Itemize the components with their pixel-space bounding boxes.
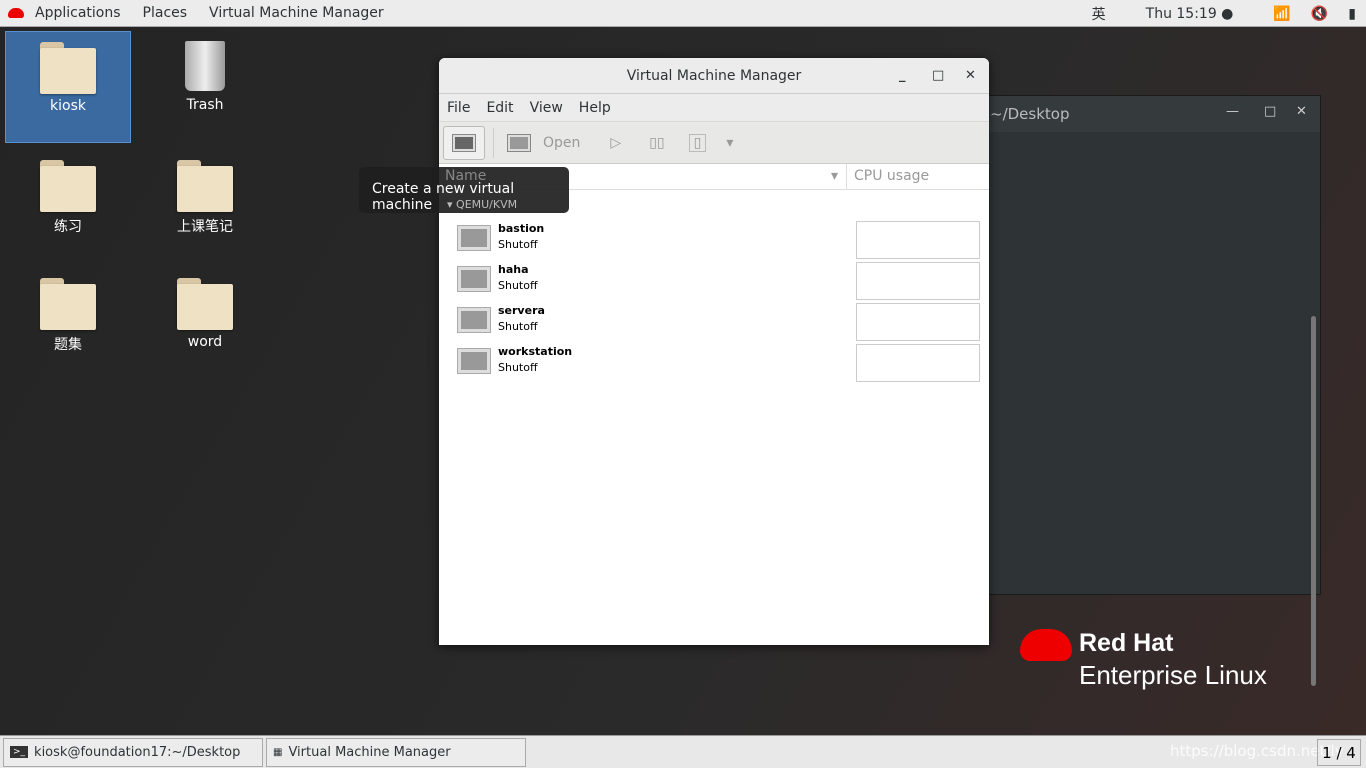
- desktop-icon-trash[interactable]: Trash: [142, 31, 268, 143]
- desktop-icon-folder[interactable]: 练习: [5, 150, 131, 262]
- group-label: QEMU/KVM: [456, 198, 518, 211]
- window-title: Virtual Machine Manager: [626, 67, 802, 84]
- desktop-icon-kiosk[interactable]: kiosk: [5, 31, 131, 143]
- maximize-button[interactable]: □: [1264, 104, 1276, 119]
- shutdown-dropdown[interactable]: ▾: [726, 135, 733, 151]
- pause-button[interactable]: ▯▯: [649, 135, 664, 151]
- folder-icon: [177, 278, 233, 330]
- taskbar-label: Virtual Machine Manager: [288, 744, 451, 760]
- monitor-icon: [507, 133, 531, 152]
- maximize-button[interactable]: □: [932, 68, 944, 83]
- clock[interactable]: Thu 15:19 ●: [1116, 6, 1264, 22]
- vmm-titlebar: Virtual Machine Manager _ □ ✕: [439, 58, 989, 94]
- minimize-button[interactable]: —: [1226, 104, 1239, 119]
- workspace-switcher[interactable]: 1 / 4: [1317, 739, 1361, 766]
- vm-icon: [457, 307, 491, 333]
- folder-icon: [177, 160, 233, 212]
- wifi-icon[interactable]: 📶: [1263, 6, 1300, 22]
- taskbar: >_ kiosk@foundation17:~/Desktop ▦ Virtual …: [0, 735, 1366, 768]
- desktop-icon-folder[interactable]: 题集: [5, 268, 131, 380]
- vmm-window: Virtual Machine Manager _ □ ✕ File Edit …: [439, 58, 989, 645]
- new-vm-icon: [452, 133, 476, 152]
- vm-status: Shutoff: [498, 320, 538, 333]
- menu-view[interactable]: View: [522, 100, 571, 116]
- volume-muted-icon[interactable]: 🔇: [1301, 6, 1338, 22]
- menu-file[interactable]: File: [439, 100, 478, 116]
- vm-icon: [457, 266, 491, 292]
- taskbar-label: kiosk@foundation17:~/Desktop: [34, 744, 241, 760]
- column-name-label: Name: [445, 168, 487, 184]
- terminal-icon: >_: [10, 746, 29, 758]
- icon-label: word: [187, 334, 223, 350]
- trash-icon: [185, 41, 225, 91]
- connection-group[interactable]: ▾ QEMU/KVM: [447, 198, 517, 211]
- input-method-indicator[interactable]: 英: [1082, 4, 1116, 24]
- redhat-logo-icon: [8, 8, 24, 18]
- icon-label: 题集: [54, 337, 82, 353]
- vm-icon: [457, 348, 491, 374]
- cpu-graph: [856, 262, 980, 300]
- vm-status: Shutoff: [498, 279, 538, 292]
- terminal-title: ~/Desktop: [990, 105, 1070, 123]
- vm-name: bastion: [498, 222, 545, 235]
- brand-line1: Red Hat: [1079, 629, 1174, 657]
- app-menu[interactable]: Virtual Machine Manager: [198, 5, 395, 21]
- scrollbar[interactable]: [1311, 316, 1316, 686]
- taskbar-item-terminal[interactable]: >_ kiosk@foundation17:~/Desktop: [3, 737, 263, 767]
- top-bar: Applications Places Virtual Machine Mana…: [0, 0, 1366, 27]
- icon-label: kiosk: [50, 98, 86, 114]
- redhat-logo-icon: [1020, 629, 1072, 661]
- vm-status: Shutoff: [498, 361, 538, 374]
- vm-icon: [457, 225, 491, 251]
- run-button[interactable]: ▷: [610, 135, 621, 151]
- icon-label: 练习: [54, 219, 82, 235]
- vm-name: servera: [498, 304, 545, 317]
- icon-label: Trash: [186, 97, 224, 113]
- close-button[interactable]: ✕: [965, 68, 976, 83]
- clock-text: Thu 15:19: [1145, 5, 1217, 22]
- vm-name: haha: [498, 263, 529, 276]
- column-cpu[interactable]: CPU usage: [847, 164, 936, 189]
- desktop-icon-folder[interactable]: 上课笔记: [142, 150, 268, 262]
- minimize-button[interactable]: _: [899, 68, 906, 83]
- vmm-icon: ▦: [273, 746, 283, 758]
- icon-label: 上课笔记: [177, 219, 233, 235]
- vm-row[interactable]: haha Shutoff: [439, 259, 989, 300]
- new-vm-button[interactable]: [443, 125, 485, 160]
- menu-edit[interactable]: Edit: [478, 100, 521, 116]
- brand-line2: Enterprise Linux: [1079, 660, 1267, 690]
- home-folder-icon: [40, 42, 96, 94]
- menu-bar: File Edit View Help: [439, 94, 989, 122]
- places-menu[interactable]: Places: [132, 5, 199, 21]
- taskbar-item-vmm[interactable]: ▦ Virtual Machine Manager: [266, 737, 526, 767]
- desktop-icon-folder[interactable]: word: [142, 268, 268, 380]
- cpu-graph: [856, 344, 980, 382]
- vm-row[interactable]: workstation Shutoff: [439, 341, 989, 382]
- folder-icon: [40, 160, 96, 212]
- close-button[interactable]: ✕: [1296, 104, 1307, 119]
- cpu-graph: [856, 221, 980, 259]
- cpu-graph: [856, 303, 980, 341]
- vm-row[interactable]: servera Shutoff: [439, 300, 989, 341]
- vm-row[interactable]: bastion Shutoff: [439, 218, 989, 259]
- vm-status: Shutoff: [498, 238, 538, 251]
- menu-help[interactable]: Help: [571, 100, 619, 116]
- toolbar: Open ▷ ▯▯ ▯ ▾: [439, 122, 989, 164]
- open-button[interactable]: Open: [543, 135, 580, 151]
- shutdown-button[interactable]: ▯: [688, 133, 707, 152]
- vm-name: workstation: [498, 345, 573, 358]
- battery-icon[interactable]: ▮: [1338, 6, 1366, 22]
- applications-menu[interactable]: Applications: [24, 5, 132, 21]
- folder-icon: [40, 278, 96, 330]
- sort-icon: ▾: [830, 168, 838, 184]
- terminal-window[interactable]: ~/Desktop — □ ✕: [975, 95, 1321, 686]
